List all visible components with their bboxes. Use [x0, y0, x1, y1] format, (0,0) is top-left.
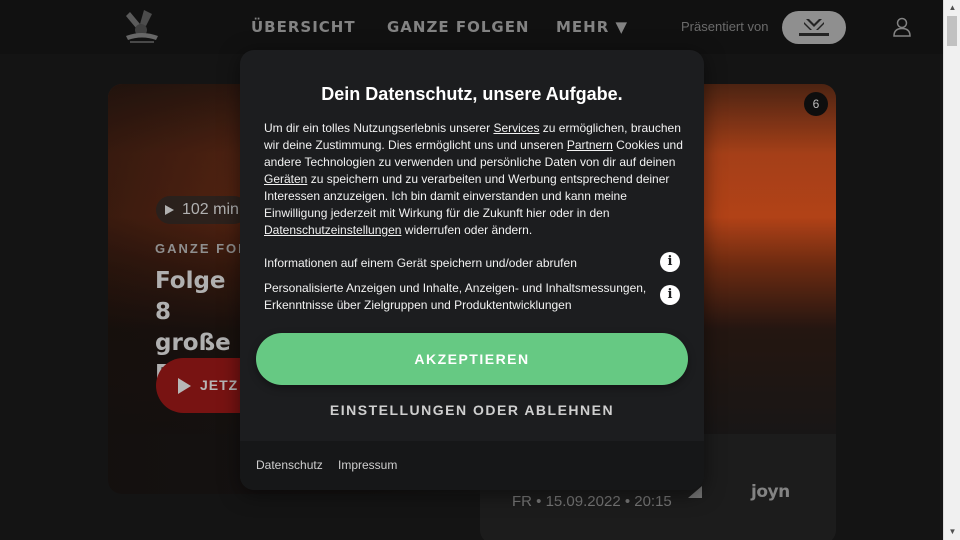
purpose-item-storage: Informationen auf einem Gerät speichern … — [264, 256, 577, 270]
privacy-consent-dialog: Dein Datenschutz, unsere Aufgabe. Um dir… — [240, 50, 704, 490]
dialog-title: Dein Datenschutz, unsere Aufgabe. — [321, 84, 623, 104]
info-icon[interactable]: i — [660, 285, 680, 305]
partners-link[interactable]: Partnern — [567, 138, 613, 152]
page: ÜBERSICHT GANZE FOLGEN MEHR ▼ Präsentier… — [0, 0, 960, 540]
consent-text-part: zu speichern und zu verarbeiten und Werb… — [264, 172, 670, 220]
accept-button[interactable]: AKZEPTIEREN — [256, 333, 688, 385]
consent-text-part: Um dir ein tolles Nutzungserlebnis unser… — [264, 121, 494, 135]
settings-or-decline-button[interactable]: EINSTELLUNGEN ODER ABLEHNEN — [240, 402, 704, 418]
dialog-footer: Datenschutz Impressum — [240, 441, 704, 490]
footer-link-datenschutz[interactable]: Datenschutz — [256, 458, 323, 472]
scrollbar-thumb[interactable] — [947, 16, 957, 46]
services-link[interactable]: Services — [493, 121, 539, 135]
privacy-settings-link[interactable]: Datenschutzeinstellungen — [264, 223, 401, 237]
scroll-up-arrow-icon[interactable]: ▲ — [944, 1, 960, 15]
consent-text-part: widerrufen oder ändern. — [401, 223, 533, 237]
footer-link-impressum[interactable]: Impressum — [338, 458, 397, 472]
scroll-down-arrow-icon[interactable]: ▼ — [944, 525, 960, 539]
page-scrollbar[interactable]: ▲ ▼ — [943, 0, 960, 540]
consent-text: Um dir ein tolles Nutzungserlebnis unser… — [264, 120, 684, 239]
purpose-item-personalisation: Personalisierte Anzeigen und Inhalte, An… — [264, 281, 647, 312]
info-icon[interactable]: i — [660, 252, 680, 272]
devices-link[interactable]: Geräten — [264, 172, 307, 186]
